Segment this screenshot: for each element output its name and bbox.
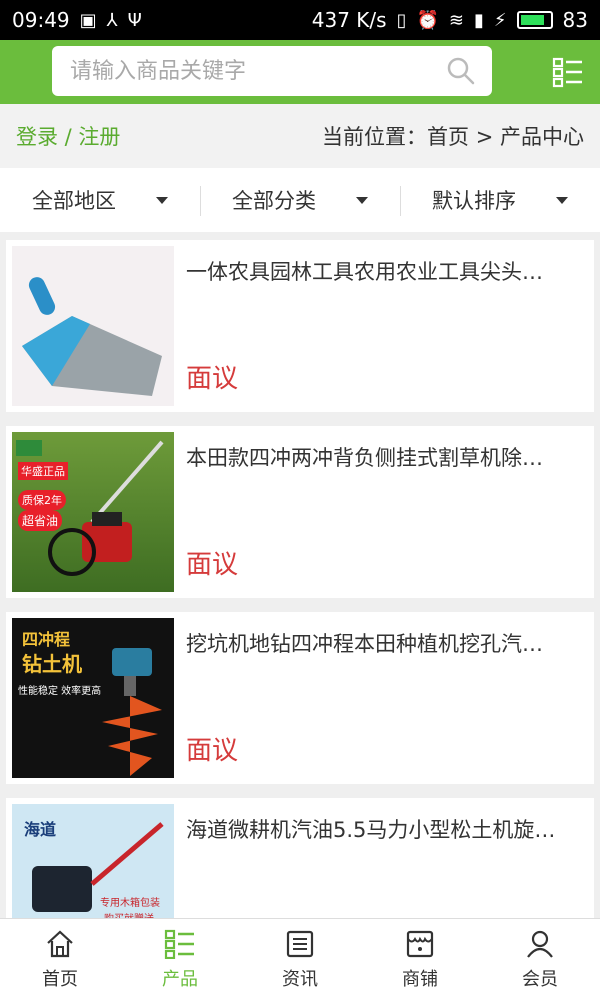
product-price: 面议 [186,550,239,580]
tagline: 性能稳定 效率更高 [18,686,102,697]
tab-home[interactable]: 首页 [0,919,120,1001]
filter-region-label: 全部地区 [32,189,116,213]
caret-down-icon [556,196,568,204]
bottom-tab-bar: 首页 产品 资讯 商铺 会员 [0,918,600,1001]
product-title[interactable]: 一体农具园林工具农用农业工具尖头… [186,256,576,286]
menu-icon[interactable] [552,56,584,88]
product-list-icon [164,929,194,959]
tab-shop[interactable]: 商铺 [360,919,480,1001]
login-register-link[interactable]: 登录 / 注册 [16,121,120,151]
product-price: 面议 [186,736,239,766]
breadcrumb-bar: 登录 / 注册 当前位置：首页 > 产品中心 [0,104,600,168]
vibrate-icon: ▯ [396,9,407,31]
product-price: 面议 [186,364,239,394]
home-icon [47,930,73,958]
product-item[interactable]: 华盛正品 质保2年 超省油 本田款四冲两冲背负侧挂式割草机除… 面议 [6,426,594,598]
tab-shop-label: 商铺 [402,969,438,990]
tab-member[interactable]: 会员 [480,919,600,1001]
packaging-note: 专用木箱包装 [100,898,160,909]
search-icon[interactable] [446,56,476,86]
filter-bar: 全部地区 全部分类 默认排序 [0,168,600,232]
product-image-earth-auger[interactable]: 四冲程 钻土机 性能稳定 效率更高 [12,618,174,778]
status-time: 09:49 [12,8,70,32]
product-image-hoe[interactable] [12,246,174,406]
image-notification-icon: ▣ [79,9,97,31]
shop-icon [406,930,434,958]
badge-fuel-saving: 超省油 [18,510,63,531]
filter-category[interactable]: 全部分类 [200,168,400,232]
tab-news[interactable]: 资讯 [240,919,360,1001]
product-title[interactable]: 挖坑机地钻四冲程本田种植机挖孔汽… [186,628,576,658]
network-speed: 437 K/s [311,8,387,32]
tab-products-label: 产品 [162,969,198,990]
caret-down-icon [156,196,168,204]
tab-news-label: 资讯 [282,969,318,990]
product-title[interactable]: 本田款四冲两冲背负侧挂式割草机除… [186,442,576,472]
product-item[interactable]: 一体农具园林工具农用农业工具尖头… 面议 [6,240,594,412]
member-icon [527,930,553,958]
wifi-icon: ≋ [448,9,464,31]
filter-category-label: 全部分类 [232,189,316,213]
search-input[interactable] [68,57,432,85]
headline-earth-drill: 钻土机 [22,652,82,676]
signal-icon: ▮ [474,9,484,31]
search-box[interactable] [52,46,492,96]
badge-warranty: 质保2年 [18,490,66,510]
news-icon [286,930,314,958]
filter-sort-label: 默认排序 [432,189,516,213]
headline-four-stroke: 四冲程 [22,630,71,649]
brand-text: 海道 [24,820,57,839]
status-bar: 09:49 ▣ ⅄ Ψ 437 K/s ▯ ⏰ ≋ ▮ ⚡ 83 [0,0,600,40]
breadcrumb: 当前位置：首页 > 产品中心 [322,125,584,149]
filter-region[interactable]: 全部地区 [0,168,200,232]
product-item[interactable]: 四冲程 钻土机 性能稳定 效率更高 挖坑机地钻四冲程本田种植机挖孔汽… 面议 [6,612,594,784]
battery-percent: 83 [562,8,588,32]
battery-icon [516,11,553,29]
network-share-icon: ⅄ [106,9,118,31]
product-image-brushcutter[interactable]: 华盛正品 质保2年 超省油 [12,432,174,592]
tab-member-label: 会员 [522,969,558,990]
caret-down-icon [356,196,368,204]
tab-products[interactable]: 产品 [120,919,240,1001]
usb-icon: Ψ [127,9,142,31]
tab-home-label: 首页 [42,969,78,990]
badge-genuine: 华盛正品 [18,462,68,480]
alarm-icon: ⏰ [416,9,439,31]
product-title[interactable]: 海道微耕机汽油5.5马力小型松土机旋… [186,814,576,844]
charging-icon: ⚡ [493,9,507,31]
filter-sort[interactable]: 默认排序 [400,168,600,232]
app-header [0,40,600,104]
